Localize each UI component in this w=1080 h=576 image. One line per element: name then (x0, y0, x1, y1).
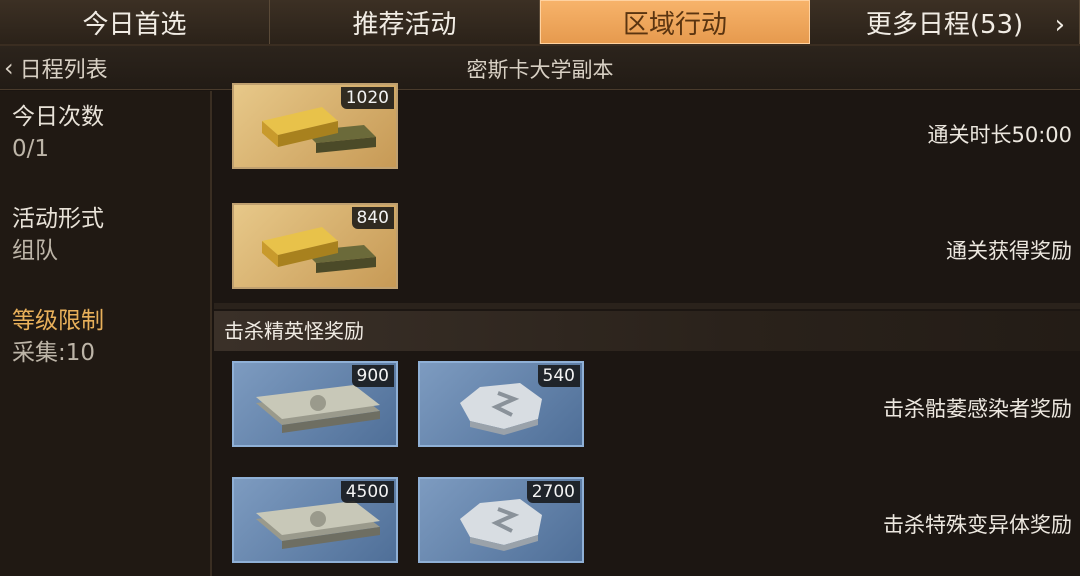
level-limit-block: 等级限制 采集:10 (12, 305, 104, 369)
reward-description: 击杀骷萎感染者奖励 (883, 397, 1072, 421)
reward-row: 840 通关获得奖励 (214, 199, 1080, 299)
daily-count-block: 今日次数 0/1 (12, 101, 104, 165)
reward-row: 900 540 击杀骷萎感染者奖励 (214, 357, 1080, 453)
reward-list: 1020 通关时长50:00 840 通关获得奖励 击杀精英怪奖励 900 54… (214, 83, 1080, 576)
item-quantity: 900 (351, 365, 394, 387)
reward-description: 通关获得奖励 (946, 239, 1072, 263)
daily-count-value: 0/1 (12, 136, 50, 162)
item-quantity: 540 (537, 365, 580, 387)
section-title: 击杀精英怪奖励 (214, 311, 1080, 351)
tab-more-schedule[interactable]: 更多日程(53) › (810, 0, 1080, 44)
chevron-right-icon[interactable]: › (1055, 10, 1065, 40)
activity-form-label: 活动形式 (12, 206, 104, 232)
tab-today-picks[interactable]: 今日首选 (0, 0, 270, 44)
tab-region-actions[interactable]: 区域行动 (540, 0, 810, 44)
item-quantity: 4500 (340, 481, 394, 503)
reward-item[interactable]: 1020 (232, 83, 398, 169)
info-panel: 今日次数 0/1 活动形式 组队 等级限制 采集:10 (0, 91, 212, 576)
section-divider (214, 303, 1080, 309)
level-limit-value: 采集:10 (12, 340, 96, 366)
tab-label: 更多日程(53) (865, 9, 1024, 40)
reward-item[interactable]: 540 (418, 361, 584, 447)
reward-description: 通关时长50:00 (927, 123, 1072, 147)
item-quantity: 2700 (526, 481, 580, 503)
tab-label: 推荐活动 (352, 9, 457, 40)
reward-item[interactable]: 900 (232, 361, 398, 447)
tab-label: 区域行动 (622, 9, 727, 40)
top-tab-bar: 今日首选 推荐活动 区域行动 更多日程(53) › (0, 0, 1080, 46)
item-quantity: 1020 (340, 87, 394, 109)
reward-row: 1020 通关时长50:00 (214, 83, 1080, 183)
item-quantity: 840 (351, 207, 394, 229)
sub-header: ‹ 日程列表 密斯卡大学副本 (0, 46, 1080, 90)
reward-row: 4500 2700 击杀特殊变异体奖励 (214, 473, 1080, 573)
reward-item[interactable]: 4500 (232, 477, 398, 563)
daily-count-label: 今日次数 (12, 104, 104, 130)
reward-item[interactable]: 840 (232, 203, 398, 289)
reward-item[interactable]: 2700 (418, 477, 584, 563)
page-title: 密斯卡大学副本 (466, 58, 614, 82)
tab-recommended-events[interactable]: 推荐活动 (270, 0, 540, 44)
tab-label: 今日首选 (82, 9, 187, 40)
reward-description: 击杀特殊变异体奖励 (883, 513, 1072, 537)
level-limit-label: 等级限制 (12, 308, 104, 334)
activity-form-value: 组队 (12, 238, 58, 264)
activity-form-block: 活动形式 组队 (12, 203, 104, 267)
